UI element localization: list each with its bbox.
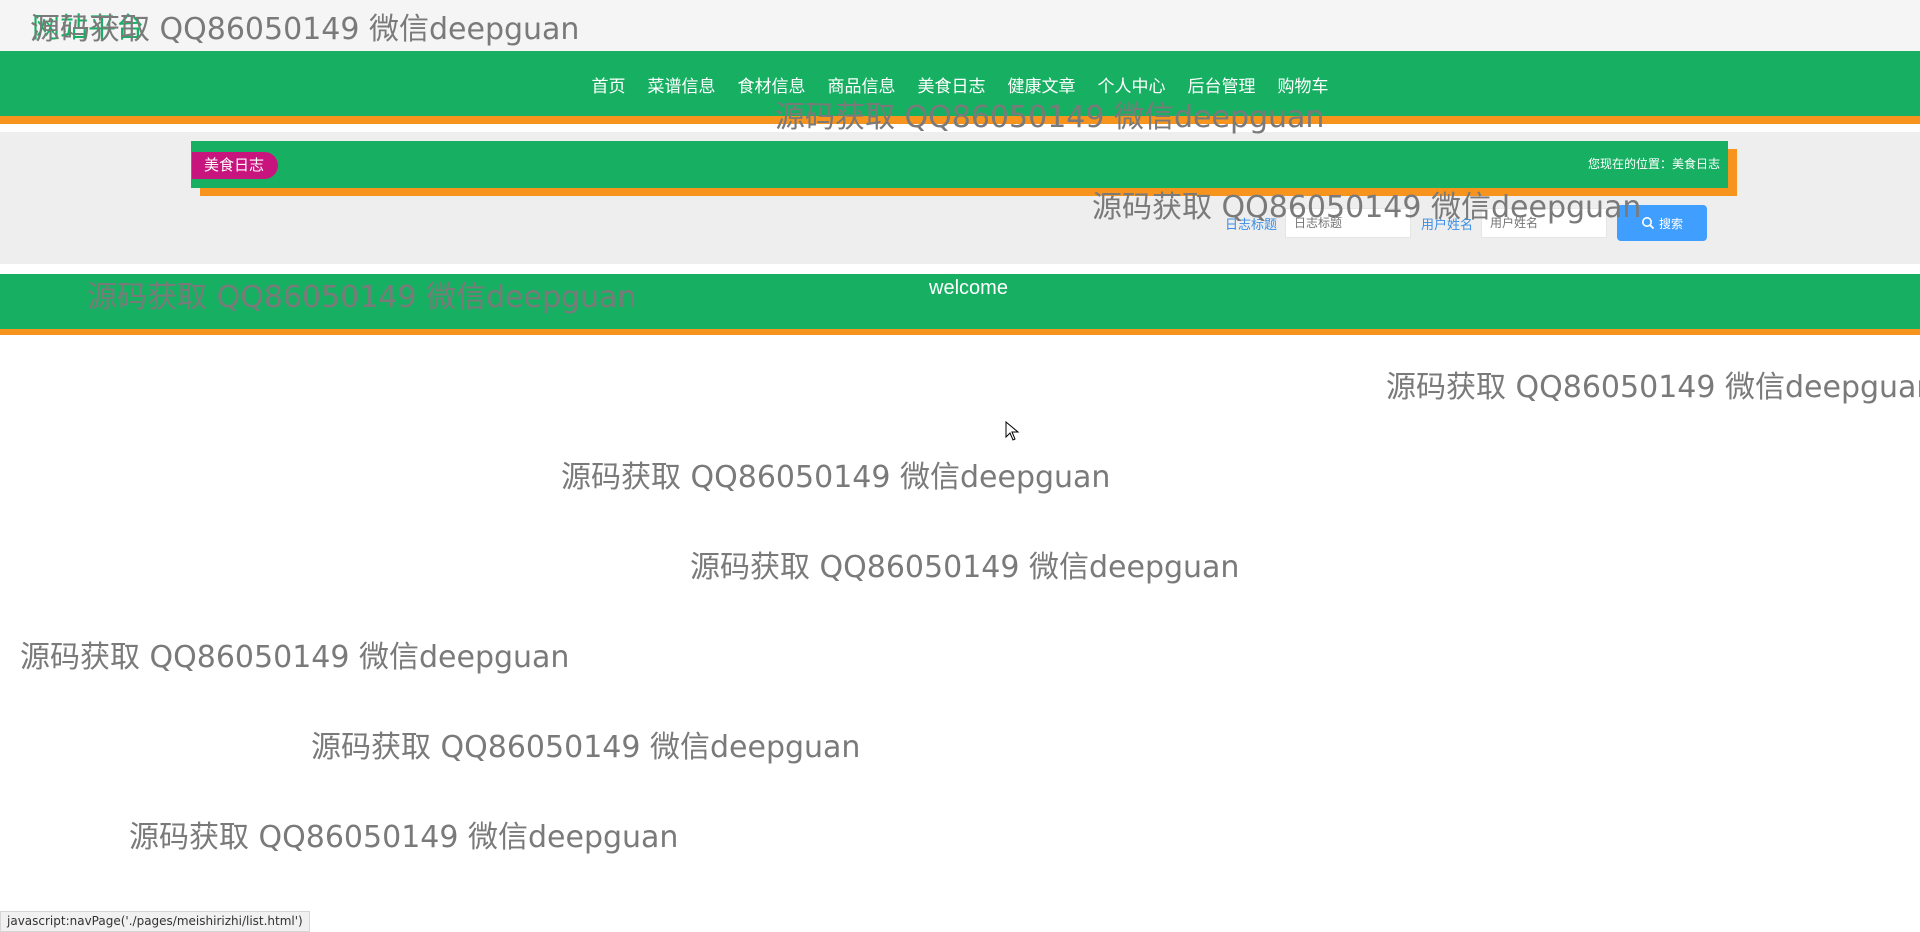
- nav-item-food-diary[interactable]: 美食日志: [907, 72, 997, 97]
- user-search-input[interactable]: [1481, 208, 1608, 238]
- title-search-input[interactable]: [1285, 208, 1412, 238]
- watermark: 源码获取 QQ86050149 微信deepguan: [690, 550, 1240, 585]
- site-title[interactable]: 网站平台: [32, 6, 144, 46]
- watermark: 源码获取 QQ86050149 微信deepguan: [561, 460, 1111, 495]
- watermark: 源码获取 QQ86050149 微信deepguan: [1386, 370, 1920, 405]
- nav-item-health-articles[interactable]: 健康文章: [997, 72, 1087, 97]
- mouse-cursor-icon: [1005, 421, 1020, 441]
- nav-item-products[interactable]: 商品信息: [817, 72, 907, 97]
- search-form: 日志标题 用户姓名 搜索: [1225, 205, 1708, 241]
- welcome-banner: welcome: [0, 274, 1920, 335]
- search-icon: [1642, 217, 1655, 230]
- watermark: 源码获取 QQ86050149 微信deepguan: [311, 730, 861, 765]
- search-button-label: 搜索: [1659, 216, 1684, 231]
- nav-item-cart[interactable]: 购物车: [1267, 72, 1340, 97]
- welcome-text: welcome: [929, 277, 1008, 299]
- search-button[interactable]: 搜索: [1617, 205, 1708, 241]
- user-search-label: 用户姓名: [1421, 217, 1474, 233]
- browser-status-bar: javascript:navPage('./pages/meishirizhi/…: [0, 911, 310, 932]
- watermark: 源码获取 QQ86050149 微信deepguan: [129, 820, 679, 855]
- breadcrumb-tag: 美食日志: [192, 152, 279, 179]
- top-header: 网站平台: [0, 0, 1920, 51]
- watermark: 源码获取 QQ86050149 微信deepguan: [20, 640, 570, 675]
- nav-item-personal-center[interactable]: 个人中心: [1087, 72, 1177, 97]
- main-navigation: 首页 菜谱信息 食材信息 商品信息 美食日志 健康文章 个人中心 后台管理 购物…: [0, 51, 1920, 124]
- breadcrumb-location: 您现在的位置：美食日志: [1587, 157, 1720, 171]
- nav-list: 首页 菜谱信息 食材信息 商品信息 美食日志 健康文章 个人中心 后台管理 购物…: [0, 51, 1920, 117]
- nav-item-recipes[interactable]: 菜谱信息: [637, 72, 727, 97]
- nav-item-admin[interactable]: 后台管理: [1177, 72, 1267, 97]
- breadcrumb-bar: [191, 141, 1728, 188]
- nav-item-ingredients[interactable]: 食材信息: [727, 72, 817, 97]
- title-search-label: 日志标题: [1225, 217, 1278, 233]
- nav-item-home[interactable]: 首页: [581, 72, 637, 97]
